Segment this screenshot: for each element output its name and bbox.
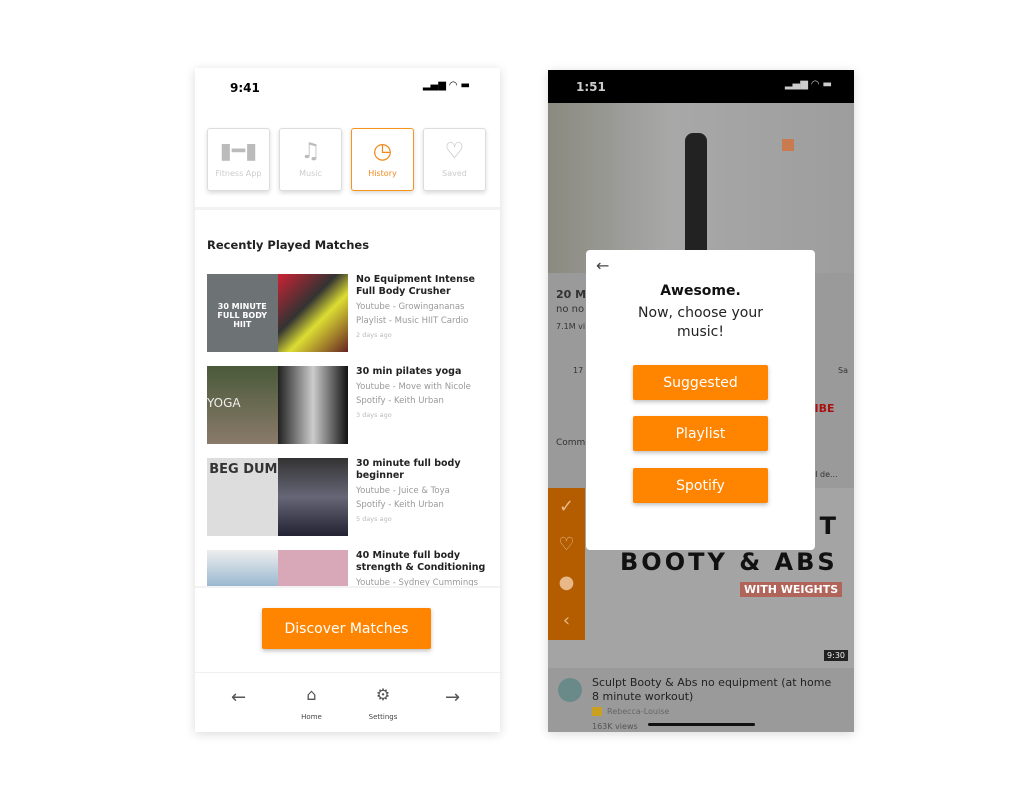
tab-music[interactable]: ♫ Music [279, 128, 342, 191]
heart-icon: ♡ [444, 139, 465, 164]
forward-arrow-icon[interactable]: → [445, 687, 460, 708]
item-music: Playlist - Music HIIT Cardio [356, 316, 469, 326]
suggested-button[interactable]: Suggested [633, 365, 768, 400]
save-bg: Sa [838, 366, 848, 375]
status-bar: 9:41 ▂▄▆ ◠ ▬ [195, 68, 500, 104]
dot-icon[interactable]: ● [548, 564, 585, 602]
nav-settings-label: Settings [368, 713, 398, 721]
video-player[interactable] [548, 103, 854, 273]
status-icons: ▂▄▆ ◠ ▬ [422, 80, 470, 91]
tab-label: Saved [442, 169, 467, 178]
item-title: 30 minute full body beginner [356, 458, 461, 481]
back-arrow-icon[interactable]: ← [231, 687, 246, 708]
thumbnail: 30 MINUTE FULL BODY HIIT [207, 274, 348, 352]
comments-bg: Comm [556, 438, 586, 448]
tab-label: History [368, 169, 397, 178]
tab-label: Fitness App [215, 169, 262, 178]
video-views: 163K views [592, 722, 638, 731]
section-title: Recently Played Matches [207, 238, 370, 252]
tab-saved[interactable]: ♡ Saved [423, 128, 486, 191]
likes-bg: 17 [573, 366, 584, 375]
thumbnail: YOGA [207, 366, 348, 444]
tab-bar: ▮━▮ Fitness App ♫ Music ◷ History ♡ Saved [207, 128, 486, 191]
nav-settings[interactable]: ⚙ Settings [363, 685, 403, 723]
item-music: Spotify - Keith Urban [356, 396, 444, 406]
item-date: 2 days ago [356, 331, 392, 339]
discover-matches-button[interactable]: Discover Matches [262, 608, 431, 649]
clock-icon: ◷ [372, 139, 393, 164]
item-source: Youtube - Sydney Cummings [356, 578, 479, 586]
modal-prompt: Now, choose your music! [638, 305, 763, 340]
nav-home[interactable]: ⌂ Home [295, 685, 328, 723]
chevron-left-icon[interactable]: ‹ [548, 602, 585, 640]
video-title[interactable]: Sculpt Booty & Abs no equipment (at home… [592, 676, 837, 704]
item-title: No Equipment Intense Full Body Crusher [356, 274, 475, 297]
home-icon: ⌂ [306, 685, 317, 704]
divider [195, 586, 500, 588]
modal-heading: Awesome. [660, 283, 741, 299]
item-date: 3 days ago [356, 411, 392, 419]
thumb-title: BOOTY & ABS [620, 548, 838, 576]
music-choice-modal: ← Awesome. Now, choose your music! Sugge… [586, 250, 815, 550]
video-subtitle-bg: no no [556, 304, 585, 315]
music-choice-screen: 1:51 ▂▄▆ ◠ ▬ 20 MI no no 7.1M vi 17 Sa C… [548, 70, 854, 732]
status-icons: ▂▄▆ ◠ ▬ [784, 79, 832, 90]
list-item[interactable]: 40 Minute full body strength & Condition… [207, 550, 494, 586]
thumb-text: T [819, 512, 836, 540]
thumb-subtitle: WITH WEIGHTS [740, 582, 843, 597]
list-item[interactable]: 30 MINUTE FULL BODY HIIT No Equipment In… [207, 274, 494, 366]
heart-icon[interactable]: ♡ [548, 526, 585, 564]
gear-icon: ⚙ [375, 685, 391, 704]
status-time: 1:51 [576, 80, 606, 94]
item-source: Youtube - Move with Nicole [356, 382, 471, 392]
channel-name: Rebecca-Louise [607, 707, 670, 716]
music-note-icon: ♫ [300, 139, 321, 164]
history-screen: 9:41 ▂▄▆ ◠ ▬ ▮━▮ Fitness App ♫ Music ◷ Hist… [195, 68, 500, 732]
status-bar: 1:51 ▂▄▆ ◠ ▬ [548, 70, 854, 103]
dumbbell-icon: ▮━▮ [219, 139, 258, 164]
item-music: Spotify - Keith Urban [356, 500, 444, 510]
spotify-button[interactable]: Spotify [633, 468, 768, 503]
thumbnail [207, 550, 348, 586]
views-bg: 7.1M vi [556, 322, 586, 331]
home-indicator [648, 723, 755, 726]
side-toolbar: ✓ ♡ ● ‹ [548, 488, 585, 640]
tab-history[interactable]: ◷ History [351, 128, 414, 191]
list-item[interactable]: BEG DUM 30 minute full body beginner Yout… [207, 458, 494, 550]
status-time: 9:41 [230, 81, 260, 95]
item-source: Youtube - Juice & Toya [356, 486, 450, 496]
item-title: 40 Minute full body strength & Condition… [356, 550, 486, 573]
channel-avatar[interactable] [558, 678, 582, 702]
tab-fitness-app[interactable]: ▮━▮ Fitness App [207, 128, 270, 191]
nav-home-label: Home [301, 713, 322, 721]
check-icon[interactable]: ✓ [548, 488, 585, 526]
playlist-button[interactable]: Playlist [633, 416, 768, 451]
tab-label: Music [299, 169, 322, 178]
back-arrow-icon[interactable]: ← [596, 256, 609, 275]
divider [195, 207, 500, 210]
duration-badge: 9:30 [824, 650, 848, 661]
thumbnail: BEG DUM [207, 458, 348, 536]
bottom-nav: ← ⌂ Home ⚙ Settings → [195, 672, 500, 732]
item-title: 30 min pilates yoga [356, 366, 462, 377]
list-item[interactable]: YOGA 30 min pilates yoga Youtube - Move w… [207, 366, 494, 458]
match-list[interactable]: 30 MINUTE FULL BODY HIIT No Equipment In… [207, 274, 494, 586]
item-date: 5 days ago [356, 515, 392, 523]
item-source: Youtube - Growingananas [356, 302, 465, 312]
